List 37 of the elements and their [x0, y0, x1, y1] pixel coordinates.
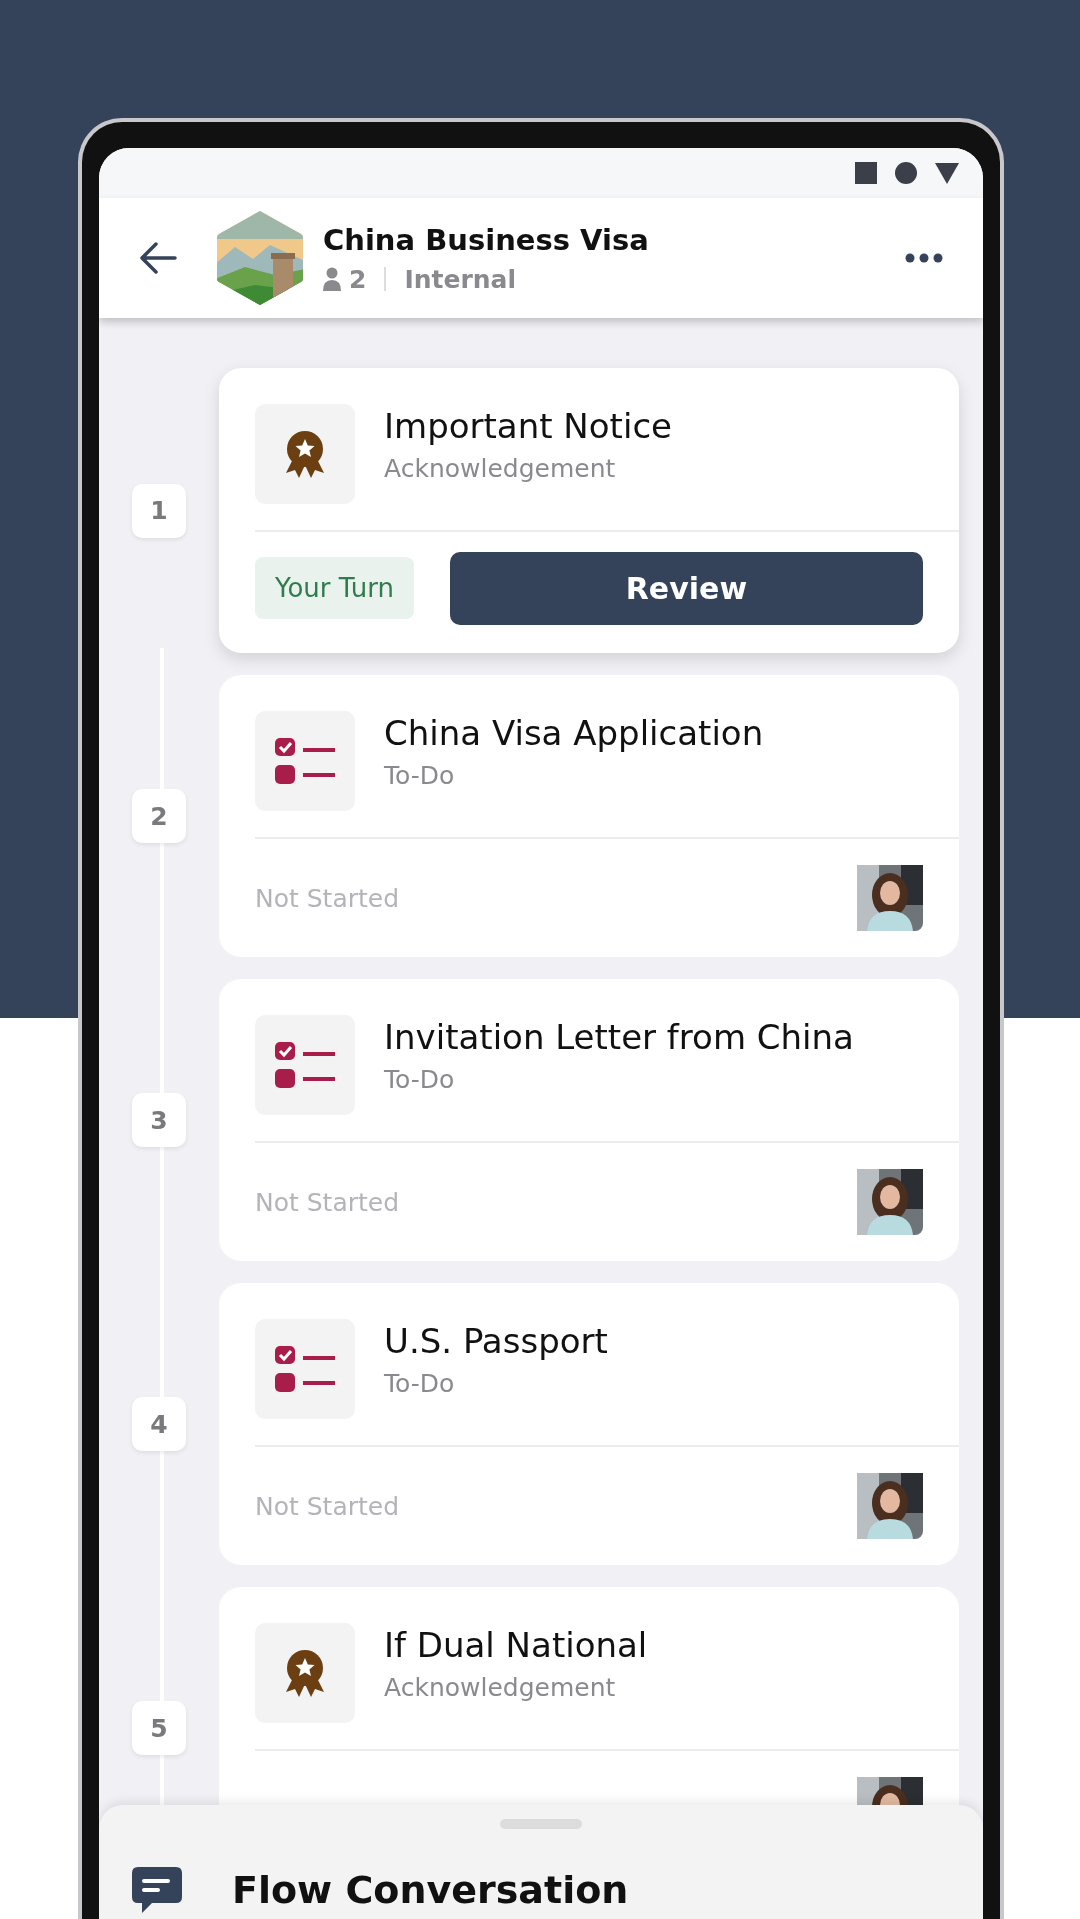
step-number: 3 [132, 1093, 186, 1147]
navigation-buttons-icon [855, 160, 959, 186]
drag-handle[interactable] [500, 1819, 582, 1829]
step-card[interactable]: Invitation Letter from China To-Do Not Started [219, 979, 959, 1261]
step-type: Acknowledgement [384, 454, 617, 483]
checklist-icon [275, 1042, 335, 1088]
review-button[interactable]: Review [449, 551, 923, 625]
step-type: To-Do [384, 1065, 456, 1094]
status-label: Not Started [255, 883, 401, 913]
visibility-label: Internal [404, 264, 516, 294]
flow-title: China Business Visa [323, 222, 650, 257]
your-turn-badge: Your Turn [255, 557, 414, 619]
person-icon [323, 267, 341, 291]
step-number: 5 [132, 1701, 186, 1755]
member-count: 2 [349, 264, 367, 294]
step-type: To-Do [384, 1369, 456, 1398]
step-card[interactable]: U.S. Passport To-Do Not Started [219, 1283, 959, 1565]
chat-icon [132, 1867, 182, 1913]
step-title: If Dual National [384, 1625, 648, 1665]
status-label: Not Started [255, 1187, 401, 1217]
step-title: Important Notice [384, 406, 672, 446]
step-card[interactable]: China Visa Application To-Do Not Started [219, 675, 959, 957]
sheet-title: Flow Conversation [232, 1868, 629, 1912]
step-title: Invitation Letter from China [384, 1017, 854, 1057]
step-card[interactable]: Important Notice Acknowledgement Your Turn Review [219, 368, 959, 653]
step-number: 1 [132, 483, 186, 538]
step-title: China Visa Application [384, 713, 764, 753]
step-number: 2 [132, 789, 186, 843]
status-label: Not Started [255, 1491, 401, 1521]
more-icon[interactable] [905, 253, 943, 263]
checklist-icon [275, 738, 335, 784]
step-type: To-Do [384, 761, 456, 790]
back-icon[interactable] [139, 241, 177, 275]
step-title: U.S. Passport [384, 1321, 608, 1361]
step-type: Acknowledgement [384, 1673, 617, 1702]
checklist-icon [275, 1346, 335, 1392]
step-number: 4 [132, 1397, 186, 1451]
